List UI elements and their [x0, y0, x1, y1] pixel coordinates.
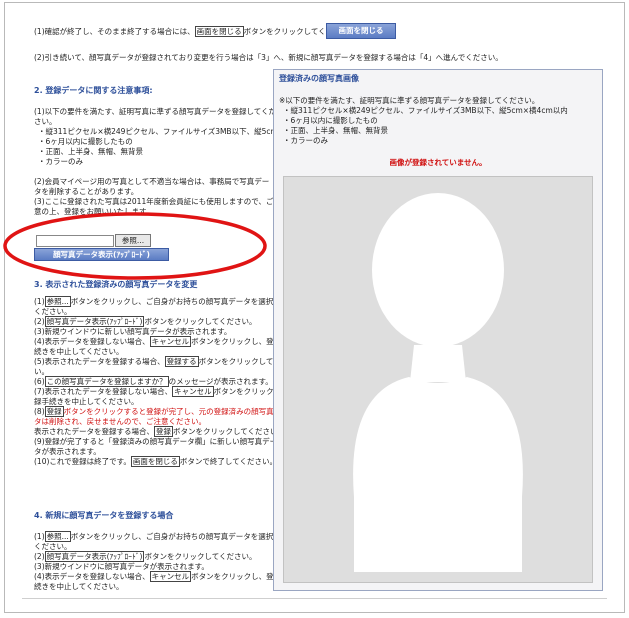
instruction-text: (5)表示されたデータを登録する場合、	[34, 357, 165, 366]
section3-body: (1) 参照... ボタンをクリックし、ご自身がお持ちの顔写真データを選択して くださ…	[34, 296, 296, 467]
instruction-text: (3)新規ウインドウに新しい顔写真データが表示されます。	[34, 327, 232, 336]
section3-line: (4)表示データを登録しない場合、 キャンセル ボタンをクリックし、登録手	[34, 336, 289, 347]
instruction-text: ボタンをクリックし、ご自身がお持ちの顔写真データを選択して	[70, 532, 289, 541]
instruction-text: (1)	[34, 297, 45, 306]
instruction-text: ボタンをクリックしてください。	[144, 552, 257, 561]
section2-bullet: 6ヶ月以内に撮影したもの	[38, 137, 274, 147]
warning-text: タは削除され、戻せませんので、ご注意ください。	[34, 417, 207, 426]
inline-button-label: キャンセル	[149, 336, 192, 347]
registered-bullet: 6ヶ月以内に撮影したもの	[283, 116, 595, 126]
section3-line: (5)表示されたデータを登録する場合、 登録する ボタンをクリックしてくださ	[34, 356, 296, 367]
section4-line: (4)表示データを登録しない場合、 キャンセル ボタンをクリックし、登録手	[34, 571, 289, 582]
top-line-1: (1)確認が終了し、そのまま終了する場合には、 画面を閉じる ボタンをクリックしてく…	[34, 26, 356, 37]
inline-button-label: キャンセル	[149, 571, 192, 582]
top-line-2: (2)引き続いて、顔写真データが登録されており変更を行う場合は「3」へ、新規に顔…	[34, 53, 503, 62]
section4-heading: 4. 新規に顔写真データを登録する場合	[34, 511, 174, 520]
instruction-text: ボタンで終了してください。	[179, 457, 277, 466]
section3-line: 表示されたデータを登録する場合、 登録 ボタンをクリックしてください。	[34, 426, 285, 437]
instruction-text: 表示されたデータを登録する場合、	[34, 427, 154, 436]
section4-body: (1) 参照... ボタンをクリックし、ご自身がお持ちの顔写真データを選択して くださ…	[34, 531, 289, 592]
instruction-text: (1)	[34, 532, 45, 541]
inline-button-label: 顔写真データ表示(ｱｯﾌﾟﾛｰﾄﾞ)	[44, 551, 145, 562]
instruction-text: 録手続きを中止してください。	[34, 397, 139, 406]
section3-line: (6) この顔写真データを登録しますか？ のメッセージが表示されます。	[34, 376, 274, 387]
inline-button-label: キャンセル	[172, 386, 214, 397]
instruction-text: (6)	[34, 377, 45, 386]
instruction-text: (8)	[34, 407, 45, 416]
top-line-1-text: (1)確認が終了し、そのまま終了する場合には、	[34, 27, 195, 36]
section3-line: (8) 登録 ボタンをクリックすると登録が完了し、元の登録済みの顔写真デー	[34, 406, 289, 417]
inline-button-label: 登録する	[164, 356, 199, 367]
section2-body: (1)以下の要件を満たす、証明写真に準ずる顔写真データを登録してくだ さい。 縦…	[34, 107, 323, 217]
close-window-button[interactable]: 画面を閉じる	[326, 23, 396, 39]
inline-button-label: 登録	[44, 406, 64, 417]
inline-button-label: 参照...	[44, 296, 71, 307]
instruction-text: (9)登録が完了すると「登録済みの顔写真データ欄」に新しい顔写真デー	[34, 437, 278, 446]
section2-bullet: 縦311ピクセル×横249ピクセル、ファイルサイズ3MB以下、縦5cm×横4cm…	[38, 127, 323, 137]
instruction-text: ください。	[34, 542, 72, 551]
section2-p2-line: タを削除することがあります。	[34, 187, 139, 196]
instruction-text: (4)表示データを登録しない場合、	[34, 572, 150, 581]
instruction-text: ボタンをクリックし、ご自身がお持ちの顔写真データを選択して	[70, 297, 289, 306]
inline-button-label: 登録	[154, 426, 173, 437]
instruction-text: ください。	[34, 307, 72, 316]
registered-bullet: 正面、上半身、無帽、無背景	[283, 126, 595, 136]
section4-line: (2) 顔写真データ表示(ｱｯﾌﾟﾛｰﾄﾞ) ボタンをクリックしてください。	[34, 551, 274, 562]
section3-line: (2) 顔写真データ表示(ｱｯﾌﾟﾛｰﾄﾞ) ボタンをクリックしてください。	[34, 316, 274, 327]
bottom-divider	[22, 598, 607, 599]
instruction-text: のメッセージが表示されます。	[168, 377, 273, 386]
instruction-text: (4)表示データを登録しない場合、	[34, 337, 150, 346]
person-silhouette-icon	[353, 193, 523, 572]
instruction-text: い。	[34, 367, 49, 376]
instruction-text: ボタンをクリックしてください。	[144, 317, 257, 326]
instruction-text: ボタンをクリックしてください。	[173, 427, 286, 436]
registered-bullet: カラーのみ	[283, 136, 595, 146]
inline-button-label: この顔写真データを登録しますか？	[44, 376, 169, 387]
section3-line: (10)これで登録は終了です。 画面を閉じる ボタンで終了してください。	[34, 456, 277, 467]
section2-p1-line1: (1)以下の要件を満たす、証明写真に準ずる顔写真データを登録してくだ	[34, 107, 277, 116]
instruction-text: (2)	[34, 552, 45, 561]
section3-line: (9)登録が完了すると「登録済みの顔写真データ欄」に新しい顔写真デー	[34, 437, 278, 447]
inline-button-label: 顔写真データ表示(ｱｯﾌﾟﾛｰﾄﾞ)	[44, 316, 145, 327]
inline-button-label: 画面を閉じる	[130, 456, 180, 467]
instruction-text: タが表示されます。	[34, 447, 101, 456]
close-label-inline: 画面を閉じる	[194, 26, 244, 37]
annotation-ellipse	[3, 212, 267, 280]
registered-title: 登録済みの顔写真画像	[279, 74, 359, 83]
instruction-text: (3)新規ウインドウに顔写真データが表示されます。	[34, 562, 209, 571]
not-registered-message: 画像が登録されていません。	[389, 158, 487, 167]
section2-bullet: カラーのみ	[38, 157, 274, 167]
section4-line: (1) 参照... ボタンをクリックし、ご自身がお持ちの顔写真データを選択して	[34, 531, 288, 542]
instruction-text: (2)	[34, 317, 45, 326]
instruction-text: 続きを中止してください。	[34, 347, 124, 356]
section2-p2-line: (2)会員マイページ用の写真として不適当な場合は、事務局で写真デー	[34, 177, 270, 186]
section2-p1-line2: さい。	[34, 117, 57, 126]
section2-heading: 2. 登録データに関する注意事項:	[34, 86, 153, 95]
section2-bullet: 正面、上半身、無帽、無背景	[38, 147, 274, 157]
registered-bullet: 縦311ピクセル×横249ピクセル、ファイルサイズ3MB以下、縦5cm×横4cm…	[283, 106, 595, 116]
registered-image-panel: 登録済みの顔写真画像 ※以下の要件を満たす、証明写真に準ずる顔写真データを登録し…	[273, 69, 603, 591]
photo-placeholder	[283, 176, 593, 583]
section3-line: 録手続きを中止してください。	[34, 397, 274, 407]
inline-button-label: 参照...	[44, 531, 71, 542]
section3-line: 続きを中止してください。	[34, 347, 274, 357]
instruction-text: (10)これで登録は終了です。	[34, 457, 131, 466]
section3-line: (1) 参照... ボタンをクリックし、ご自身がお持ちの顔写真データを選択して	[34, 296, 288, 307]
registered-note: ※以下の要件を満たす、証明写真に準ずる顔写真データを登録してください。	[279, 96, 540, 105]
section4-line: 続きを中止してください。	[34, 582, 274, 592]
section3-line: (7)表示されたデータを登録しない場合、 キャンセル ボタンをクリックし、登	[34, 386, 296, 397]
section3-heading: 3. 表示された登録済みの顔写真データを変更	[34, 280, 198, 289]
registered-requirements: ※以下の要件を満たす、証明写真に準ずる顔写真データを登録してください。 縦311…	[279, 96, 595, 146]
section2-p2-line: (3)ここに登録された写真は2011年度新会員証にも使用しますので、ご留	[34, 197, 281, 206]
warning-text: ボタンをクリックすると登録が完了し、元の登録済みの顔写真デー	[63, 407, 289, 416]
instruction-text: (7)表示されたデータを登録しない場合、	[34, 387, 173, 396]
instruction-text: 続きを中止してください。	[34, 582, 124, 591]
